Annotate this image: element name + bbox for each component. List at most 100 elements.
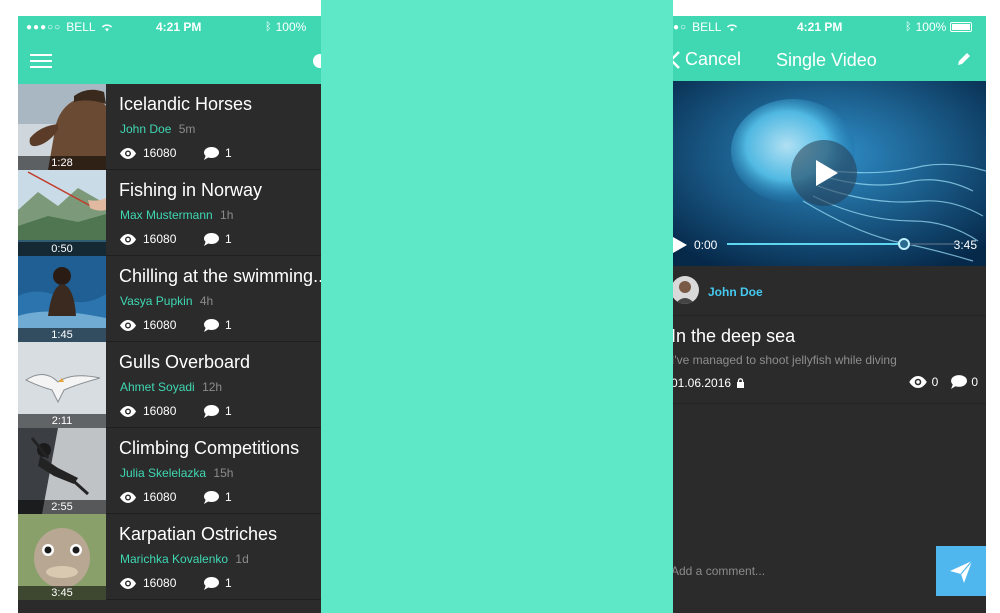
video-list-item[interactable]: 2:11 Gulls Overboard Ahmet Soyadi 12h 16… — [18, 342, 321, 428]
comment-input[interactable] — [673, 558, 921, 584]
video-list-item[interactable]: 1:45 Chilling at the swimming... Vasya P… — [18, 256, 321, 342]
signal-icon: ●○ — [673, 21, 688, 33]
status-time: 4:21 PM — [156, 20, 202, 34]
video-title: Fishing in Norway — [119, 180, 263, 200]
video-duration: 2:55 — [18, 500, 106, 514]
comment-count: 1 — [225, 576, 232, 590]
video-author[interactable]: Ahmet Soyadi — [120, 380, 195, 394]
comment-icon — [951, 375, 968, 389]
video-list-item[interactable]: 3:45 Karpatian Ostriches Marichka Kovale… — [18, 514, 321, 600]
cancel-button[interactable]: Cancel — [673, 49, 741, 70]
video-list-item[interactable]: 0:50 Fishing in Norway Max Mustermann 1h… — [18, 170, 321, 256]
current-time: 0:00 — [694, 238, 718, 252]
video-time-ago: 1h — [220, 208, 234, 222]
avatar[interactable] — [673, 276, 699, 304]
video-author[interactable]: John Doe — [120, 122, 171, 136]
wifi-icon — [101, 23, 112, 31]
comment-icon — [204, 318, 219, 332]
battery-percent: 100% — [915, 20, 947, 34]
video-duration: 2:11 — [18, 414, 106, 428]
chevron-left-icon — [673, 50, 680, 69]
video-author[interactable]: Max Mustermann — [120, 208, 213, 222]
video-thumbnail[interactable]: 3:45 — [18, 514, 106, 600]
video-stats: 0 0 — [908, 375, 978, 389]
play-button[interactable] — [791, 140, 857, 206]
send-button[interactable] — [936, 546, 986, 596]
video-title: Climbing Competitions — [119, 438, 300, 458]
comment-icon — [204, 232, 219, 246]
comment-icon — [204, 404, 219, 418]
carrier-label: BELL — [692, 20, 722, 34]
comment-count: 1 — [225, 146, 232, 160]
eye-icon — [120, 147, 136, 159]
video-list-item[interactable]: 1:28 Icelandic Horses John Doe 5m 16080 … — [18, 84, 321, 170]
bluetooth-icon: ᛒ — [905, 21, 912, 33]
video-time-ago: 15h — [213, 466, 234, 480]
video-thumbnail[interactable]: 2:11 — [18, 342, 106, 428]
seek-handle[interactable] — [898, 238, 911, 250]
comment-count: 0 — [971, 375, 978, 389]
view-count: 16080 — [143, 576, 177, 590]
video-time-ago: 5m — [178, 122, 196, 136]
signal-icon: ●●●○○ — [26, 21, 62, 33]
video-description: I've managed to shoot jellyfish while di… — [673, 353, 897, 367]
eye-icon — [120, 491, 136, 503]
comment-bar — [673, 546, 986, 596]
view-count: 16080 — [143, 404, 177, 418]
nav-bar — [18, 38, 321, 84]
video-duration: 1:45 — [18, 328, 106, 342]
comment-icon — [204, 146, 219, 160]
video-list: 1:28 Icelandic Horses John Doe 5m 16080 … — [18, 84, 321, 600]
video-list-item[interactable]: 2:55 Climbing Competitions Julia Skelela… — [18, 428, 321, 514]
video-title: In the deep sea — [673, 326, 796, 346]
comment-icon — [204, 490, 219, 504]
video-thumbnail[interactable]: 0:50 — [18, 170, 106, 256]
video-thumbnail[interactable]: 1:28 — [18, 84, 106, 170]
play-icon — [816, 160, 838, 186]
video-player[interactable]: 0:00 3:45 — [673, 81, 986, 266]
eye-icon — [120, 405, 136, 417]
nav-bar: Cancel Single Video — [673, 38, 986, 81]
video-thumbnail[interactable]: 2:55 — [18, 428, 106, 514]
menu-icon[interactable] — [30, 54, 52, 68]
upload-icon[interactable] — [313, 54, 321, 68]
battery-percent: 100% — [275, 20, 307, 34]
view-count: 0 — [931, 375, 939, 389]
video-duration: 3:45 — [953, 238, 977, 252]
view-count: 16080 — [143, 318, 177, 332]
video-author[interactable]: Marichka Kovalenko — [120, 552, 228, 566]
edit-button[interactable] — [956, 51, 972, 72]
play-icon — [673, 237, 687, 253]
video-date-row: 01.06.2016 — [673, 376, 745, 390]
author-name[interactable]: John Doe — [708, 285, 763, 299]
seek-bar[interactable] — [727, 238, 957, 250]
status-bar: ●○ BELL 4:21 PM ᛒ 100% — [673, 16, 986, 38]
eye-icon — [120, 319, 136, 331]
eye-icon — [120, 577, 136, 589]
comment-count: 1 — [225, 490, 232, 504]
pencil-icon — [958, 53, 970, 65]
lock-icon — [737, 378, 745, 388]
divider — [673, 403, 986, 404]
send-icon — [950, 560, 973, 583]
video-author[interactable]: Vasya Pupkin — [120, 294, 193, 308]
control-play-button[interactable] — [673, 237, 687, 256]
eye-icon — [120, 233, 136, 245]
battery-icon — [950, 22, 973, 32]
comment-icon — [204, 576, 219, 590]
wifi-icon — [727, 23, 738, 31]
view-count: 16080 — [143, 146, 177, 160]
comment-count: 1 — [225, 318, 232, 332]
page-title: Single Video — [776, 50, 877, 70]
comment-count: 1 — [225, 232, 232, 246]
view-count: 16080 — [143, 232, 177, 246]
avatar-image — [673, 276, 699, 304]
video-author[interactable]: Julia Skelelazka — [120, 466, 206, 480]
video-time-ago: 1d — [235, 552, 249, 566]
transition-panel — [321, 0, 673, 613]
video-time-ago: 12h — [202, 380, 223, 394]
video-date: 01.06.2016 — [673, 376, 732, 390]
video-duration: 3:45 — [18, 586, 106, 600]
comment-count: 1 — [225, 404, 232, 418]
video-thumbnail[interactable]: 1:45 — [18, 256, 106, 342]
